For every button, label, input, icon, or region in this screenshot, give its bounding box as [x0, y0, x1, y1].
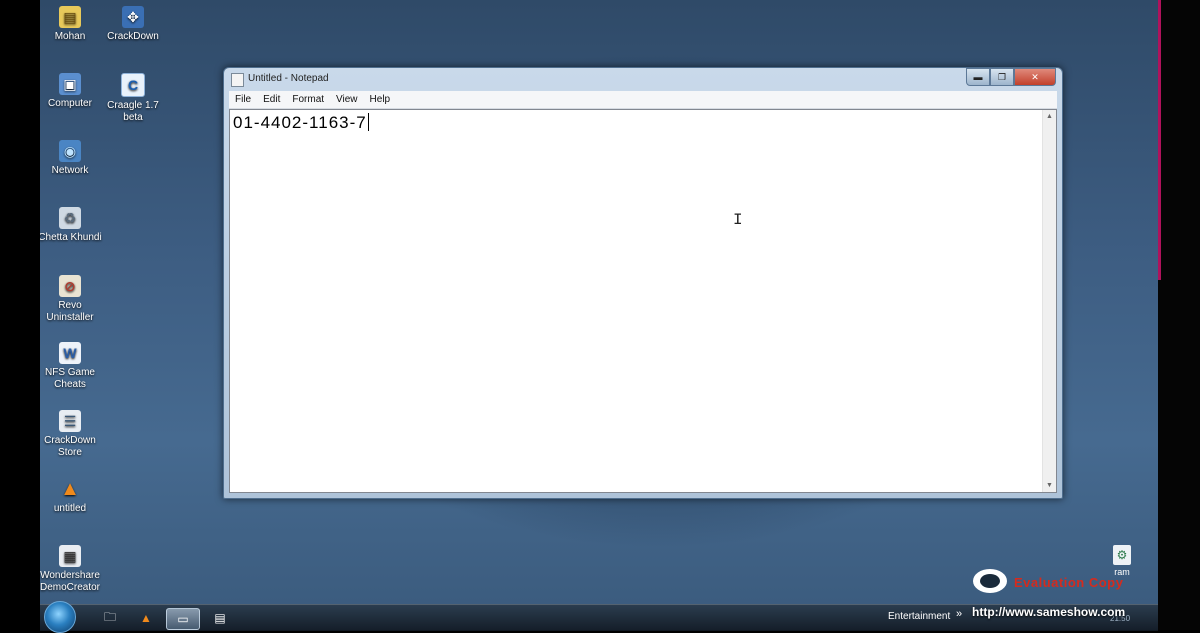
desktop-icon-label: Mohan	[54, 31, 86, 42]
desktop-icon-label: Chetta Khundi	[40, 232, 102, 243]
sameshow-logo	[973, 569, 1007, 593]
toolbar-entertainment[interactable]: Entertainment	[888, 611, 950, 622]
desktop-icon-craagle[interactable]: C Craagle 1.7 beta	[101, 73, 165, 124]
notepad-app-icon	[231, 73, 244, 87]
desktop-icon-nfs-game-cheats[interactable]: W NFS Game Cheats	[40, 342, 102, 391]
desktop-icon-computer[interactable]: ▣ Computer	[40, 73, 102, 110]
word-document-icon: W	[59, 342, 81, 364]
ibeam-cursor-icon: I	[733, 211, 743, 229]
desktop-icon-label: Computer	[48, 98, 92, 109]
notepad-taskbar-button[interactable]: ▭	[166, 608, 200, 630]
desktop-icon-wondershare[interactable]: ▦ Wondershare DemoCreator	[40, 545, 102, 594]
craagle-app-icon: C	[121, 73, 145, 97]
desktop-icon-label: CrackDown Store	[44, 435, 96, 458]
desktop-icon-crackdown-store[interactable]: ☰ CrackDown Store	[40, 410, 102, 459]
screen-border	[1158, 0, 1200, 630]
menu-format[interactable]: Format	[286, 94, 330, 105]
scroll-down-icon[interactable]: ▼	[1043, 479, 1056, 492]
desktop-icon-label: Craagle 1.7 beta	[107, 100, 159, 123]
desktop-icon-label: Wondershare DemoCreator	[40, 570, 101, 593]
crackdown-app-icon: ✥	[122, 6, 144, 28]
scroll-up-icon[interactable]: ▲	[1043, 110, 1056, 123]
vlc-taskbar-icon[interactable]: ▲	[130, 608, 162, 628]
menu-view[interactable]: View	[330, 94, 364, 105]
watermark-title: Evaluation Copy	[1014, 575, 1124, 590]
window-title: Untitled - Notepad	[248, 73, 329, 84]
desktop-icon-label: Network	[51, 165, 89, 176]
crackdown-store-icon: ☰	[59, 410, 81, 432]
minimize-button[interactable]: ▬	[966, 68, 990, 86]
desktop-icon-untitled[interactable]: ▲ untitled	[40, 478, 102, 515]
revo-uninstaller-icon: ⊘	[59, 275, 81, 297]
desktop-icon-crackdown[interactable]: ✥ CrackDown	[101, 6, 165, 43]
desktop-icon-label: NFS Game Cheats	[44, 367, 95, 390]
maximize-button[interactable]: ❐	[990, 68, 1014, 86]
chevron-right-icon[interactable]: »	[956, 608, 962, 620]
start-button[interactable]	[44, 601, 76, 633]
user-folder-icon: ▤	[59, 6, 81, 28]
ram-file-icon: ⚙	[1113, 545, 1131, 565]
recycle-bin-icon: ♻	[59, 207, 81, 229]
desktop-icon-label: untitled	[53, 503, 87, 514]
title-bar[interactable]: Untitled - Notepad ▬ ❐ ✕	[224, 68, 1062, 90]
menu-bar: File Edit Format View Help	[229, 91, 1057, 109]
desktop-icon-label: Revo Uninstaller	[46, 300, 94, 323]
desktop-icon-network[interactable]: ◉ Network	[40, 140, 102, 177]
computer-icon: ▣	[59, 73, 81, 95]
evaluation-watermark: Evaluation Copy http://www.sameshow.com	[966, 563, 1156, 625]
menu-file[interactable]: File	[229, 94, 257, 105]
menu-edit[interactable]: Edit	[257, 94, 286, 105]
network-icon: ◉	[59, 140, 81, 162]
explorer-taskbar-icon[interactable]: 🗀	[94, 608, 126, 628]
text-caret	[367, 113, 369, 131]
menu-help[interactable]: Help	[364, 94, 397, 105]
notepad-window[interactable]: Untitled - Notepad ▬ ❐ ✕ File Edit Forma…	[223, 67, 1063, 499]
democreator-icon: ▦	[59, 545, 81, 567]
desktop-icon-label: CrackDown	[107, 31, 159, 42]
vlc-icon: ▲	[60, 478, 80, 500]
desktop-icon-revo-uninstaller[interactable]: ⊘ Revo Uninstaller	[40, 275, 102, 324]
watermark-url: http://www.sameshow.com	[972, 605, 1126, 619]
close-button[interactable]: ✕	[1014, 68, 1056, 86]
desktop-icon-chetta-khundi[interactable]: ♻ Chetta Khundi	[40, 207, 102, 244]
text-editor[interactable]: 01-4402-1163-7 ▲ ▼	[229, 109, 1057, 493]
editor-content: 01-4402-1163-7	[233, 113, 367, 132]
app-taskbar-icon[interactable]: ▤	[204, 608, 236, 628]
vertical-scrollbar[interactable]: ▲ ▼	[1042, 110, 1056, 492]
desktop-icon-mohan[interactable]: ▤ Mohan	[40, 6, 102, 43]
